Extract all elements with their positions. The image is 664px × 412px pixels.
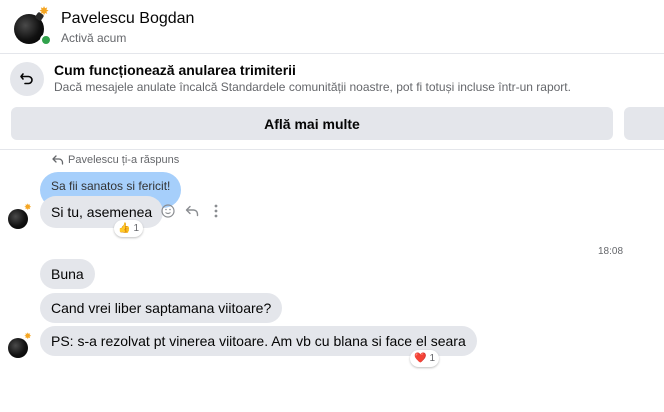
reaction-count: 1	[429, 353, 436, 364]
sender-avatar[interactable]: ✸	[8, 332, 32, 358]
contact-avatar[interactable]: ✸	[12, 4, 52, 46]
spark-icon: ✸	[39, 4, 50, 18]
reply-icon[interactable]	[184, 203, 200, 219]
contact-name[interactable]: Pavelescu Bogdan	[61, 10, 194, 28]
chat-header: ✸ Pavelescu Bogdan Activă acum	[0, 0, 664, 54]
reaction-badge[interactable]: 👍 1	[114, 220, 144, 237]
sender-avatar[interactable]: ✸	[8, 203, 32, 229]
reaction-count: 1	[133, 223, 140, 234]
learn-more-button[interactable]: Află mai multe	[11, 107, 613, 140]
reply-arrow-icon	[52, 155, 64, 165]
message-actions	[160, 203, 224, 219]
message-bubble[interactable]: Buna	[40, 259, 95, 289]
undo-icon	[10, 62, 44, 96]
contact-status: Activă acum	[61, 31, 127, 45]
secondary-notice-button[interactable]	[624, 107, 664, 140]
message-bubble[interactable]: Cand vrei liber saptamana viitoare?	[40, 293, 283, 323]
unsend-notice: Cum funcționează anularea trimiterii Dac…	[0, 54, 664, 150]
more-options-icon[interactable]	[208, 203, 224, 219]
thumbs-up-icon: 👍	[118, 223, 131, 234]
reply-hint-text: Pavelescu ți-a răspuns	[68, 154, 180, 166]
message-bubble[interactable]: Si tu, asemenea	[40, 196, 164, 228]
notice-description: Dacă mesajele anulate încalcă Standardel…	[54, 80, 571, 94]
react-emoji-icon[interactable]	[160, 203, 176, 219]
reply-hint: Pavelescu ți-a răspuns	[52, 154, 179, 166]
reaction-badge[interactable]: ❤️ 1	[410, 350, 440, 367]
notice-title: Cum funcționează anularea trimiterii	[54, 62, 296, 78]
bomb-icon	[8, 209, 28, 229]
bomb-icon	[8, 338, 28, 358]
online-status-dot	[40, 34, 52, 46]
heart-icon: ❤️	[414, 353, 427, 364]
message-timestamp: 18:08	[598, 246, 624, 257]
message-bubble[interactable]: PS: s-a rezolvat pt vinerea viitoare. Am…	[40, 326, 477, 356]
